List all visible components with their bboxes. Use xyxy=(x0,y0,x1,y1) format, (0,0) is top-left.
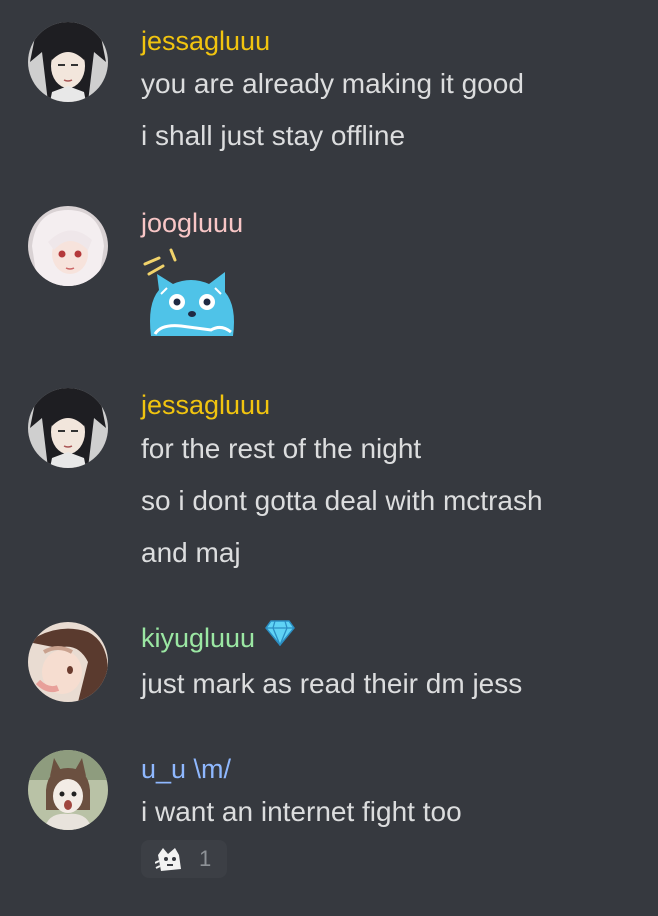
username[interactable]: joogluuu xyxy=(141,206,243,240)
reaction-button[interactable]: 1 xyxy=(141,840,227,878)
diamond-icon xyxy=(265,620,296,654)
dark-haired-anime-avatar[interactable] xyxy=(28,388,108,468)
message-text: and maj xyxy=(141,537,241,568)
reaction-count: 1 xyxy=(199,846,212,871)
username-text[interactable]: kiyugluuu xyxy=(141,623,255,653)
message-text: i shall just stay offline xyxy=(141,120,406,151)
message-text: i want an internet fight too xyxy=(141,796,462,827)
cat-eared-avatar[interactable] xyxy=(28,750,108,830)
white-haired-anime-avatar[interactable] xyxy=(28,206,108,286)
username[interactable]: kiyugluuu xyxy=(141,620,296,657)
username[interactable]: jessagluuu xyxy=(141,24,270,58)
message-text: you are already making it good xyxy=(141,68,524,99)
username[interactable]: u_u \m/ xyxy=(141,752,231,786)
message-text: so i dont gotta deal with mctrash xyxy=(141,485,543,516)
blue-cat-sticker[interactable] xyxy=(141,244,241,344)
dark-haired-anime-avatar[interactable] xyxy=(28,22,108,102)
message-text: just mark as read their dm jess xyxy=(141,668,523,699)
emoji-reaction-icon xyxy=(154,845,183,873)
message-text: for the rest of the night xyxy=(141,433,422,464)
username[interactable]: jessagluuu xyxy=(141,388,270,422)
long-haired-anime-avatar[interactable] xyxy=(28,622,108,702)
